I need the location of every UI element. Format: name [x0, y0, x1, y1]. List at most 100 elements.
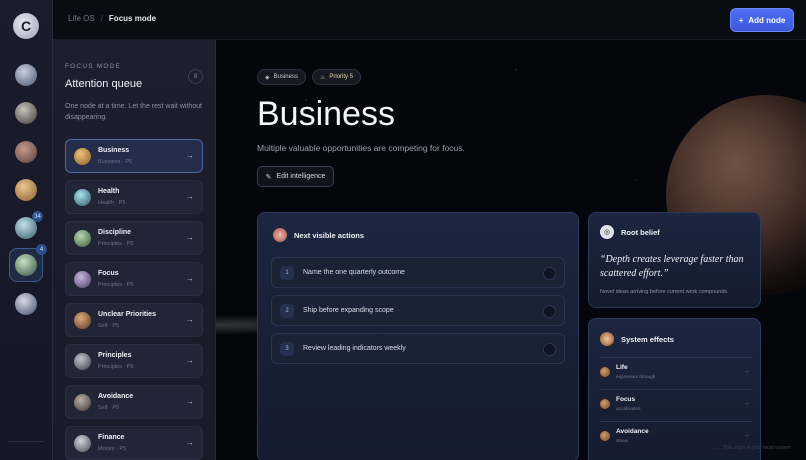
queue-item-name: Finance: [98, 434, 125, 441]
node-avatar-icon: [74, 271, 91, 288]
priority-chip-label: Priority 5: [329, 74, 354, 80]
action-number: 1: [280, 266, 294, 280]
rail-node-6-button[interactable]: 4: [9, 244, 47, 282]
node-orb-icon: [600, 399, 610, 409]
node-avatar-icon: [74, 435, 91, 452]
system-effect-item[interactable]: Focus accelerates →: [600, 389, 752, 416]
arrow-right-icon: →: [743, 432, 750, 439]
queue-item[interactable]: Principles Principles · P5 →: [65, 344, 203, 378]
rail-badge: 4: [36, 244, 47, 255]
effect-name: Avoidance: [616, 428, 649, 435]
queue-item-name: Unclear Priorities: [98, 311, 156, 318]
arrow-right-icon: →: [743, 400, 750, 407]
queue-item[interactable]: Finance Money · P5 →: [65, 426, 203, 460]
node-orb-icon: [600, 431, 610, 441]
queue-item-name: Discipline: [98, 229, 132, 236]
app-logo-icon[interactable]: C: [13, 13, 39, 39]
action-checkbox[interactable]: [543, 267, 556, 280]
queue-item-name: Focus: [98, 270, 119, 277]
action-item[interactable]: 1 Name the one quarterly outcome: [271, 257, 565, 288]
action-item[interactable]: 2 Ship before expanding scope: [271, 295, 565, 326]
node-orb-icon: [15, 141, 37, 163]
add-node-button[interactable]: + Add node: [730, 8, 794, 32]
node-avatar-icon: [74, 189, 91, 206]
queue-item-name: Health: [98, 188, 120, 195]
queue-item-sub: Health · P5: [98, 200, 126, 206]
queue-item[interactable]: Focus Principles · P5 →: [65, 262, 203, 296]
effect-name: Life: [616, 364, 628, 371]
footer-hint: ⌂ This stays in your local system: [716, 445, 791, 451]
system-effect-item[interactable]: Avoidance slows →: [600, 421, 752, 448]
category-chip-label: Business: [273, 74, 298, 80]
queue-item-sub: Principles · P5: [98, 282, 134, 288]
breadcrumb-root[interactable]: Life OS: [68, 14, 95, 23]
root-belief-card: ◎ Root belief “Depth creates leverage fa…: [588, 212, 761, 308]
node-orb-icon: [600, 367, 610, 377]
rail-node-5-button[interactable]: 34: [14, 211, 43, 240]
system-effects-card: System effects Life expresses through → Foc…: [588, 318, 761, 460]
queue-item-sub: Money · P5: [98, 446, 127, 452]
rail-node-1-button[interactable]: [14, 63, 38, 87]
queue-item-sub: Principles · P5: [98, 364, 134, 370]
flame-icon: ♨: [320, 74, 326, 81]
rail-badge: 34: [32, 211, 43, 222]
category-chip[interactable]: ◈ Business: [257, 69, 306, 85]
breadcrumb-current: Focus mode: [108, 14, 157, 23]
queue-item-sub: Business · P5: [98, 159, 132, 165]
priority-chip[interactable]: ♨ Priority 5: [312, 69, 362, 85]
queue-item[interactable]: Unclear Priorities Self · P5 →: [65, 303, 203, 337]
arrow-right-icon: →: [186, 397, 194, 406]
page-title: Business: [257, 95, 395, 133]
main-content: ◈ Business ♨ Priority 5 Business Multipl…: [216, 40, 806, 460]
queue-item-name: Business: [98, 147, 130, 154]
arrow-right-icon: →: [186, 356, 194, 365]
queue-count-badge: 8: [188, 69, 203, 84]
effect-relation: accelerates: [616, 407, 641, 412]
network-icon: [600, 332, 614, 346]
node-avatar-icon: [74, 312, 91, 329]
rail-divider: [8, 441, 44, 442]
node-avatar-icon: [74, 353, 91, 370]
queue-item[interactable]: Avoidance Self · P5 →: [65, 385, 203, 419]
page-subtitle: Multiple valuable opportunities are comp…: [257, 143, 465, 153]
queue-item[interactable]: Discipline Principles · P5 →: [65, 221, 203, 255]
root-belief-quote: “Depth creates leverage faster than scat…: [600, 254, 744, 279]
breadcrumb: Life OS / Focus mode: [68, 14, 156, 23]
node-orb-icon: [15, 102, 37, 124]
queue-item-name: Principles: [98, 352, 132, 359]
queue-title: Attention queue: [65, 78, 143, 90]
system-effects-title: System effects: [621, 334, 674, 344]
target-icon: [273, 228, 287, 242]
root-belief-header: ◎ Root belief: [600, 225, 660, 239]
arrow-right-icon: →: [743, 368, 750, 375]
next-actions-title: Next visible actions: [294, 230, 365, 240]
spiral-icon: ◎: [600, 225, 614, 239]
arrow-right-icon: →: [186, 151, 194, 160]
leaf-icon: ◈: [265, 74, 270, 81]
queue-item[interactable]: Business Business · P5 →: [65, 139, 203, 173]
footer-hint-text: This stays in your local system: [723, 445, 791, 451]
rail-node-4-button[interactable]: [14, 178, 38, 202]
action-text: Name the one quarterly outcome: [303, 269, 405, 276]
arrow-right-icon: →: [186, 438, 194, 447]
node-avatar-icon: [74, 394, 91, 411]
action-checkbox[interactable]: [543, 305, 556, 318]
queue-item-name: Avoidance: [98, 393, 134, 400]
breadcrumb-separator: /: [100, 14, 103, 23]
next-actions-header: Next visible actions: [273, 228, 364, 242]
node-orb-icon: [15, 179, 37, 201]
attention-queue-panel: FOCUS MODE Attention queue 8 One node at…: [53, 40, 216, 460]
action-checkbox[interactable]: [543, 343, 556, 356]
root-belief-note: Novel ideas arriving before current work…: [600, 289, 729, 295]
effect-relation: slows: [616, 439, 628, 444]
rail-node-2-button[interactable]: [14, 101, 38, 125]
rail-node-3-button[interactable]: [14, 140, 38, 164]
edit-intelligence-button[interactable]: ✎ Edit intelligence: [257, 166, 334, 187]
rail-node-7-button[interactable]: [14, 292, 38, 316]
action-number: 3: [280, 342, 294, 356]
queue-item[interactable]: Health Health · P5 →: [65, 180, 203, 214]
action-item[interactable]: 3 Review leading indicators weekly: [271, 333, 565, 364]
plus-icon: +: [738, 15, 744, 25]
node-avatar-icon: [74, 230, 91, 247]
system-effect-item[interactable]: Life expresses through →: [600, 357, 752, 384]
